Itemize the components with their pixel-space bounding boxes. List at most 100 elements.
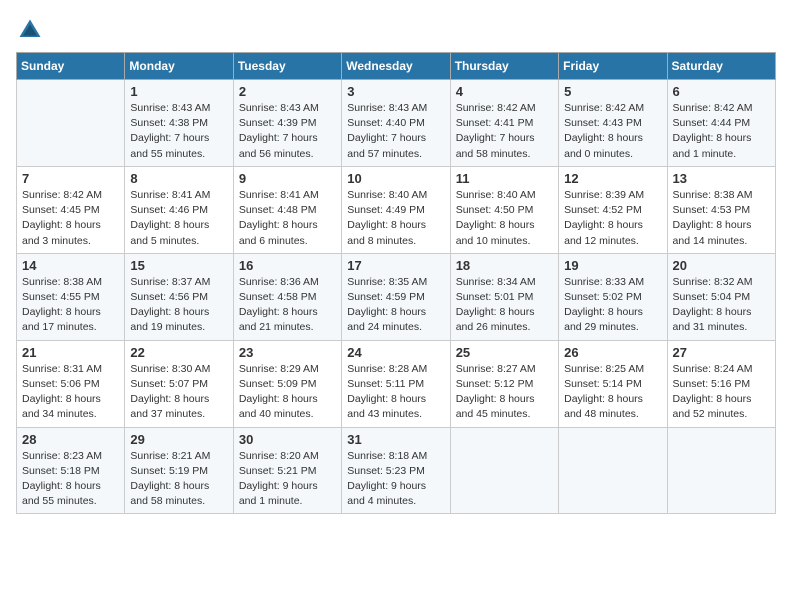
day-number: 1	[130, 84, 227, 99]
cell-content: Sunrise: 8:38 AMSunset: 4:55 PMDaylight:…	[22, 275, 119, 336]
day-number: 19	[564, 258, 661, 273]
calendar-cell: 14 Sunrise: 8:38 AMSunset: 4:55 PMDaylig…	[17, 253, 125, 340]
day-number: 2	[239, 84, 336, 99]
calendar-cell: 25 Sunrise: 8:27 AMSunset: 5:12 PMDaylig…	[450, 340, 558, 427]
cell-content: Sunrise: 8:35 AMSunset: 4:59 PMDaylight:…	[347, 275, 444, 336]
day-number: 4	[456, 84, 553, 99]
day-number: 17	[347, 258, 444, 273]
calendar-cell: 31 Sunrise: 8:18 AMSunset: 5:23 PMDaylig…	[342, 427, 450, 514]
day-number: 5	[564, 84, 661, 99]
day-number: 26	[564, 345, 661, 360]
cell-content: Sunrise: 8:24 AMSunset: 5:16 PMDaylight:…	[673, 362, 770, 423]
calendar-week-row: 21 Sunrise: 8:31 AMSunset: 5:06 PMDaylig…	[17, 340, 776, 427]
day-number: 20	[673, 258, 770, 273]
day-number: 15	[130, 258, 227, 273]
calendar-cell: 6 Sunrise: 8:42 AMSunset: 4:44 PMDayligh…	[667, 80, 775, 167]
day-header-thursday: Thursday	[450, 53, 558, 80]
day-number: 8	[130, 171, 227, 186]
cell-content: Sunrise: 8:40 AMSunset: 4:50 PMDaylight:…	[456, 188, 553, 249]
cell-content: Sunrise: 8:29 AMSunset: 5:09 PMDaylight:…	[239, 362, 336, 423]
day-number: 7	[22, 171, 119, 186]
calendar-cell	[667, 427, 775, 514]
calendar-cell: 29 Sunrise: 8:21 AMSunset: 5:19 PMDaylig…	[125, 427, 233, 514]
calendar-cell: 20 Sunrise: 8:32 AMSunset: 5:04 PMDaylig…	[667, 253, 775, 340]
cell-content: Sunrise: 8:30 AMSunset: 5:07 PMDaylight:…	[130, 362, 227, 423]
calendar-cell: 30 Sunrise: 8:20 AMSunset: 5:21 PMDaylig…	[233, 427, 341, 514]
cell-content: Sunrise: 8:33 AMSunset: 5:02 PMDaylight:…	[564, 275, 661, 336]
day-header-tuesday: Tuesday	[233, 53, 341, 80]
day-header-friday: Friday	[559, 53, 667, 80]
cell-content: Sunrise: 8:37 AMSunset: 4:56 PMDaylight:…	[130, 275, 227, 336]
day-number: 27	[673, 345, 770, 360]
calendar-week-row: 14 Sunrise: 8:38 AMSunset: 4:55 PMDaylig…	[17, 253, 776, 340]
cell-content: Sunrise: 8:39 AMSunset: 4:52 PMDaylight:…	[564, 188, 661, 249]
day-number: 22	[130, 345, 227, 360]
calendar-cell: 10 Sunrise: 8:40 AMSunset: 4:49 PMDaylig…	[342, 166, 450, 253]
logo	[16, 16, 48, 44]
calendar-cell: 22 Sunrise: 8:30 AMSunset: 5:07 PMDaylig…	[125, 340, 233, 427]
day-number: 16	[239, 258, 336, 273]
calendar-cell	[17, 80, 125, 167]
day-header-sunday: Sunday	[17, 53, 125, 80]
cell-content: Sunrise: 8:40 AMSunset: 4:49 PMDaylight:…	[347, 188, 444, 249]
calendar-week-row: 28 Sunrise: 8:23 AMSunset: 5:18 PMDaylig…	[17, 427, 776, 514]
day-number: 11	[456, 171, 553, 186]
calendar-cell: 23 Sunrise: 8:29 AMSunset: 5:09 PMDaylig…	[233, 340, 341, 427]
cell-content: Sunrise: 8:28 AMSunset: 5:11 PMDaylight:…	[347, 362, 444, 423]
calendar-cell: 19 Sunrise: 8:33 AMSunset: 5:02 PMDaylig…	[559, 253, 667, 340]
day-number: 31	[347, 432, 444, 447]
cell-content: Sunrise: 8:38 AMSunset: 4:53 PMDaylight:…	[673, 188, 770, 249]
logo-icon	[16, 16, 44, 44]
day-number: 3	[347, 84, 444, 99]
calendar-header-row: SundayMondayTuesdayWednesdayThursdayFrid…	[17, 53, 776, 80]
calendar-cell: 1 Sunrise: 8:43 AMSunset: 4:38 PMDayligh…	[125, 80, 233, 167]
calendar-cell: 15 Sunrise: 8:37 AMSunset: 4:56 PMDaylig…	[125, 253, 233, 340]
day-number: 30	[239, 432, 336, 447]
calendar-cell: 3 Sunrise: 8:43 AMSunset: 4:40 PMDayligh…	[342, 80, 450, 167]
calendar-cell: 13 Sunrise: 8:38 AMSunset: 4:53 PMDaylig…	[667, 166, 775, 253]
day-number: 12	[564, 171, 661, 186]
cell-content: Sunrise: 8:43 AMSunset: 4:38 PMDaylight:…	[130, 101, 227, 162]
day-header-saturday: Saturday	[667, 53, 775, 80]
calendar-cell: 18 Sunrise: 8:34 AMSunset: 5:01 PMDaylig…	[450, 253, 558, 340]
calendar-cell: 7 Sunrise: 8:42 AMSunset: 4:45 PMDayligh…	[17, 166, 125, 253]
calendar-week-row: 1 Sunrise: 8:43 AMSunset: 4:38 PMDayligh…	[17, 80, 776, 167]
calendar-cell: 8 Sunrise: 8:41 AMSunset: 4:46 PMDayligh…	[125, 166, 233, 253]
calendar-week-row: 7 Sunrise: 8:42 AMSunset: 4:45 PMDayligh…	[17, 166, 776, 253]
calendar-cell: 12 Sunrise: 8:39 AMSunset: 4:52 PMDaylig…	[559, 166, 667, 253]
cell-content: Sunrise: 8:25 AMSunset: 5:14 PMDaylight:…	[564, 362, 661, 423]
calendar-cell: 21 Sunrise: 8:31 AMSunset: 5:06 PMDaylig…	[17, 340, 125, 427]
calendar-table: SundayMondayTuesdayWednesdayThursdayFrid…	[16, 52, 776, 514]
day-number: 6	[673, 84, 770, 99]
calendar-cell: 9 Sunrise: 8:41 AMSunset: 4:48 PMDayligh…	[233, 166, 341, 253]
calendar-cell: 5 Sunrise: 8:42 AMSunset: 4:43 PMDayligh…	[559, 80, 667, 167]
cell-content: Sunrise: 8:21 AMSunset: 5:19 PMDaylight:…	[130, 449, 227, 510]
cell-content: Sunrise: 8:42 AMSunset: 4:43 PMDaylight:…	[564, 101, 661, 162]
day-number: 9	[239, 171, 336, 186]
cell-content: Sunrise: 8:41 AMSunset: 4:48 PMDaylight:…	[239, 188, 336, 249]
day-number: 13	[673, 171, 770, 186]
calendar-cell: 24 Sunrise: 8:28 AMSunset: 5:11 PMDaylig…	[342, 340, 450, 427]
day-header-monday: Monday	[125, 53, 233, 80]
day-number: 10	[347, 171, 444, 186]
cell-content: Sunrise: 8:42 AMSunset: 4:45 PMDaylight:…	[22, 188, 119, 249]
calendar-cell: 2 Sunrise: 8:43 AMSunset: 4:39 PMDayligh…	[233, 80, 341, 167]
day-number: 21	[22, 345, 119, 360]
cell-content: Sunrise: 8:43 AMSunset: 4:40 PMDaylight:…	[347, 101, 444, 162]
cell-content: Sunrise: 8:18 AMSunset: 5:23 PMDaylight:…	[347, 449, 444, 510]
cell-content: Sunrise: 8:32 AMSunset: 5:04 PMDaylight:…	[673, 275, 770, 336]
calendar-cell: 28 Sunrise: 8:23 AMSunset: 5:18 PMDaylig…	[17, 427, 125, 514]
calendar-cell	[559, 427, 667, 514]
calendar-cell: 17 Sunrise: 8:35 AMSunset: 4:59 PMDaylig…	[342, 253, 450, 340]
day-number: 14	[22, 258, 119, 273]
day-number: 18	[456, 258, 553, 273]
calendar-cell: 26 Sunrise: 8:25 AMSunset: 5:14 PMDaylig…	[559, 340, 667, 427]
calendar-cell: 16 Sunrise: 8:36 AMSunset: 4:58 PMDaylig…	[233, 253, 341, 340]
calendar-cell: 27 Sunrise: 8:24 AMSunset: 5:16 PMDaylig…	[667, 340, 775, 427]
day-number: 23	[239, 345, 336, 360]
calendar-cell: 11 Sunrise: 8:40 AMSunset: 4:50 PMDaylig…	[450, 166, 558, 253]
cell-content: Sunrise: 8:23 AMSunset: 5:18 PMDaylight:…	[22, 449, 119, 510]
cell-content: Sunrise: 8:34 AMSunset: 5:01 PMDaylight:…	[456, 275, 553, 336]
day-number: 29	[130, 432, 227, 447]
cell-content: Sunrise: 8:42 AMSunset: 4:44 PMDaylight:…	[673, 101, 770, 162]
